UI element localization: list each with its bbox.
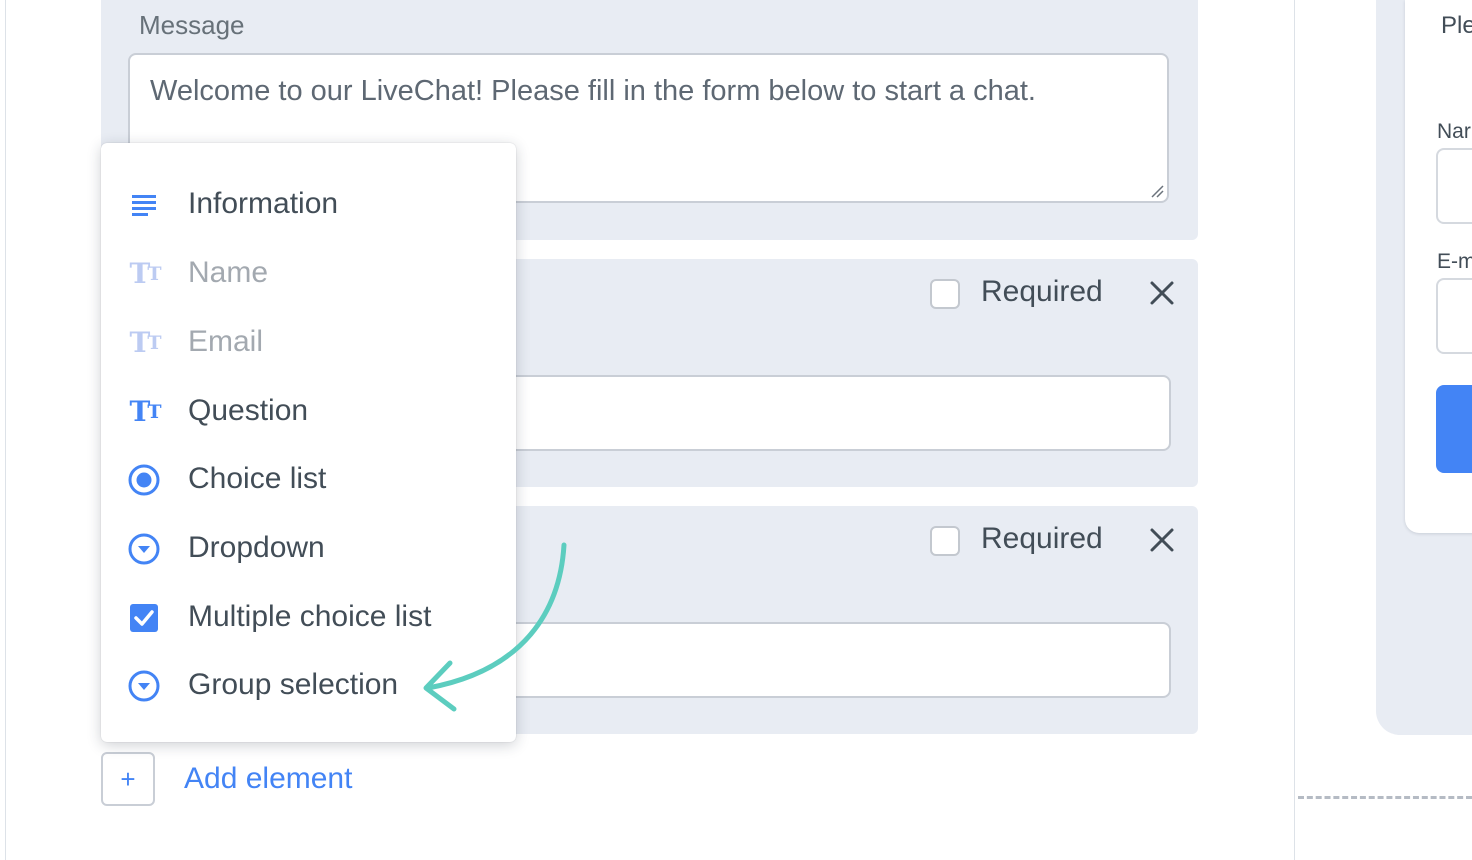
menu-item-label: Choice list <box>188 462 327 495</box>
add-element-link[interactable]: Add element <box>184 762 352 796</box>
column-divider <box>1294 0 1295 860</box>
preview-start-chat-button <box>1436 385 1472 473</box>
close-icon[interactable] <box>1148 526 1176 554</box>
add-element-button[interactable]: + <box>101 752 155 806</box>
plus-icon: + <box>120 763 136 794</box>
text-tt-icon: TT <box>129 395 162 428</box>
menu-item-label: Name <box>188 256 269 289</box>
text-tt-icon: TT <box>129 326 162 359</box>
menu-item-information[interactable]: Information <box>101 176 516 232</box>
preview-intro-text: Ple <box>1441 12 1472 39</box>
menu-item-label: Multiple choice list <box>188 600 432 633</box>
menu-item-question[interactable]: TT Question <box>101 383 516 439</box>
menu-item-name: TT Name <box>101 245 516 301</box>
preview-name-label: Nar <box>1437 120 1471 143</box>
text-tt-icon: TT <box>129 257 162 290</box>
checkbox-icon <box>130 604 158 632</box>
pre-chat-form-preview: Ple Nar E-m <box>1405 0 1472 533</box>
radio-icon <box>128 464 160 496</box>
required-label: Required <box>981 275 1103 308</box>
close-icon[interactable] <box>1148 279 1176 307</box>
message-label: Message <box>139 10 245 40</box>
dashed-separator <box>1298 796 1472 799</box>
lines-icon <box>132 195 156 216</box>
menu-item-email: TT Email <box>101 314 516 370</box>
chevron-circle-icon <box>128 533 160 565</box>
menu-item-label: Email <box>188 325 264 358</box>
required-checkbox[interactable] <box>930 279 960 309</box>
required-label: Required <box>981 522 1103 555</box>
resize-grip-icon[interactable] <box>1150 184 1164 198</box>
menu-item-label: Dropdown <box>188 531 325 564</box>
menu-item-label: Question <box>188 394 309 427</box>
preview-email-input <box>1436 278 1472 354</box>
annotation-arrow-icon <box>423 542 567 712</box>
required-checkbox[interactable] <box>930 526 960 556</box>
preview-name-input <box>1436 148 1472 224</box>
preview-email-label: E-m <box>1437 250 1472 273</box>
menu-item-label: Information <box>188 187 339 220</box>
left-border <box>5 0 6 860</box>
menu-item-choice-list[interactable]: Choice list <box>101 451 516 507</box>
chevron-circle-icon <box>128 670 160 702</box>
menu-item-label: Group selection <box>188 668 399 701</box>
message-text: Welcome to our LiveChat! Please fill in … <box>150 75 1036 107</box>
